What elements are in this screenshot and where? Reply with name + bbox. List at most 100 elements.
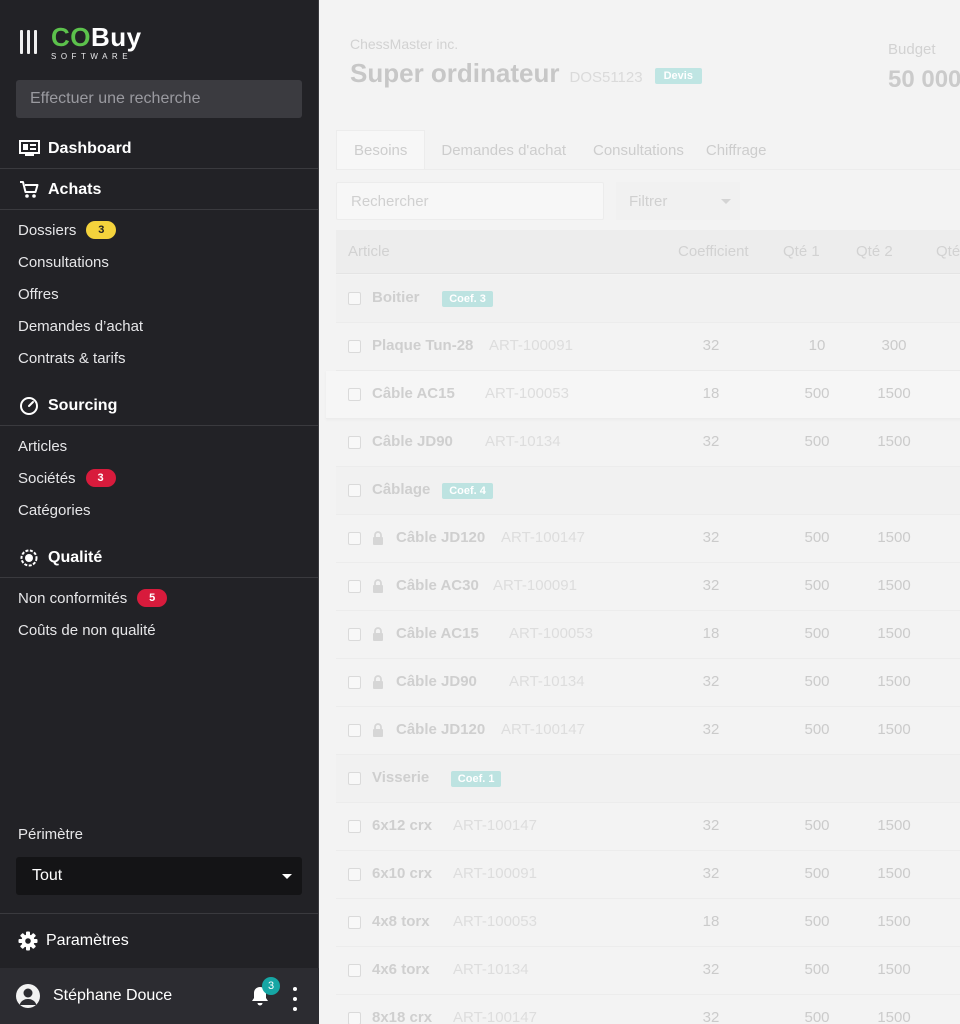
col-qte3[interactable]: Qté xyxy=(936,243,960,260)
nav-item-societes[interactable]: Sociétés 3 xyxy=(18,466,116,490)
main-content: ChessMaster inc. Super ordinateur DOS511… xyxy=(320,0,960,1024)
coef-badge: Coef. 3 xyxy=(442,291,493,307)
sidebar: COBuy SOFTWARE Dashboard Achats Dossiers… xyxy=(0,0,319,1024)
table-row[interactable]: 8x18 crx ART-100147 32 500 1500 xyxy=(336,995,960,1024)
row-checkbox[interactable] xyxy=(348,628,361,641)
cart-icon xyxy=(18,180,40,200)
table-row[interactable]: 4x6 torx ART-10134 32 500 1500 xyxy=(336,947,960,995)
row-checkbox[interactable] xyxy=(348,820,361,833)
nav-dashboard[interactable]: Dashboard xyxy=(0,129,319,169)
col-qte2[interactable]: Qté 2 xyxy=(856,243,893,260)
gear-icon xyxy=(18,931,38,951)
nav-sourcing-label: Sourcing xyxy=(48,396,118,414)
caret-down-icon xyxy=(721,199,731,204)
nav-item-dossiers[interactable]: Dossiers 3 xyxy=(18,218,117,242)
nav-parametres[interactable]: Paramètres xyxy=(0,913,319,968)
table-row[interactable]: 4x8 torx ART-100053 18 500 1500 xyxy=(336,899,960,947)
article-name: Câble AC15 xyxy=(396,625,479,642)
menu-bars-icon xyxy=(20,30,37,54)
row-checkbox[interactable] xyxy=(348,292,361,305)
qte2-value: 1500 xyxy=(877,913,911,930)
tab-besoins[interactable]: Besoins xyxy=(336,130,426,170)
article-name: Câble JD120 xyxy=(396,721,486,738)
budget-label: Budget xyxy=(888,41,936,58)
coef-value: 18 xyxy=(702,625,720,642)
article-ref: ART-10134 xyxy=(485,433,561,450)
col-coefficient[interactable]: Coefficient xyxy=(678,243,749,260)
table-search-input[interactable]: Rechercher xyxy=(336,182,604,220)
nav-item-non-conformites[interactable]: Non conformités 5 xyxy=(18,586,168,610)
project-title: Super ordinateur xyxy=(350,58,560,88)
perimetre-select[interactable]: Tout xyxy=(16,857,302,895)
filter-select[interactable]: Filtrer xyxy=(616,182,740,220)
row-checkbox[interactable] xyxy=(348,580,361,593)
tab-consultations[interactable]: Consultations xyxy=(576,130,694,170)
row-checkbox[interactable] xyxy=(348,964,361,977)
table-row[interactable]: 6x12 crx ART-100147 32 500 1500 xyxy=(336,803,960,851)
article-name: Câble JD90 xyxy=(396,673,477,690)
group-row[interactable]: Câblage Coef. 4 xyxy=(336,467,960,515)
tab-chiffrage[interactable]: Chiffrage xyxy=(694,130,777,170)
row-checkbox[interactable] xyxy=(348,532,361,545)
row-checkbox[interactable] xyxy=(348,436,361,449)
qte2-value: 1500 xyxy=(877,817,911,834)
nav-item-label: Coûts de non qualité xyxy=(18,621,156,639)
table-row[interactable]: 6x10 crx ART-100091 32 500 1500 xyxy=(336,851,960,899)
row-checkbox[interactable] xyxy=(348,916,361,929)
row-checkbox[interactable] xyxy=(348,1012,361,1024)
user-avatar-icon[interactable] xyxy=(16,984,40,1008)
row-checkbox[interactable] xyxy=(348,388,361,401)
nav-sourcing[interactable]: Sourcing xyxy=(0,386,319,426)
qte1-value: 500 xyxy=(804,817,830,834)
nav-item-couts-non-qualite[interactable]: Coûts de non qualité xyxy=(18,618,156,642)
lock-icon xyxy=(372,579,384,593)
table-row[interactable]: Plaque Tun-28 ART-100091 32 10 300 xyxy=(336,323,960,371)
group-row[interactable]: Boitier Coef. 3 xyxy=(336,275,960,323)
table-row[interactable]: Câble AC15 ART-100053 18 500 1500 xyxy=(326,371,960,419)
qte1-value: 500 xyxy=(804,577,830,594)
col-qte1[interactable]: Qté 1 xyxy=(783,243,820,260)
row-checkbox[interactable] xyxy=(348,676,361,689)
status-badge: Devis xyxy=(654,68,702,84)
more-options-icon[interactable] xyxy=(290,987,300,1011)
nav-achats[interactable]: Achats xyxy=(0,170,319,210)
row-checkbox[interactable] xyxy=(348,772,361,785)
table-row[interactable]: Câble JD120 ART-100147 32 500 1500 xyxy=(336,515,960,563)
coef-value: 32 xyxy=(702,961,720,978)
table-row[interactable]: Câble AC15 ART-100053 18 500 1500 xyxy=(336,611,960,659)
cobuy-logo[interactable]: COBuy SOFTWARE xyxy=(20,22,142,62)
qte2-value: 1500 xyxy=(877,865,911,882)
sidebar-search-input[interactable] xyxy=(16,80,302,118)
coef-value: 32 xyxy=(702,673,720,690)
coef-value: 32 xyxy=(702,721,720,738)
qte1-value: 500 xyxy=(804,721,830,738)
table-row[interactable]: Câble JD90 ART-10134 32 500 1500 xyxy=(336,419,960,467)
article-ref: ART-100091 xyxy=(489,337,573,354)
table-row[interactable]: Câble AC30 ART-100091 32 500 1500 xyxy=(336,563,960,611)
tab-demandes-achat[interactable]: Demandes d'achat xyxy=(425,130,576,170)
nav-qualite[interactable]: Qualité xyxy=(0,538,319,578)
col-article[interactable]: Article xyxy=(348,243,390,260)
nav-item-articles[interactable]: Articles xyxy=(18,434,67,458)
non-conformites-count-badge: 5 xyxy=(137,589,168,607)
row-checkbox[interactable] xyxy=(348,484,361,497)
table-row[interactable]: Câble JD90 ART-10134 32 500 1500 xyxy=(336,659,960,707)
table-row[interactable]: Câble JD120 ART-100147 32 500 1500 xyxy=(336,707,960,755)
qte1-value: 500 xyxy=(804,961,830,978)
nav-item-categories[interactable]: Catégories xyxy=(18,498,91,522)
budget-value: 50 000 xyxy=(888,66,960,93)
nav-item-offres[interactable]: Offres xyxy=(18,282,59,306)
article-ref: ART-100053 xyxy=(509,625,593,642)
nav-item-consultations[interactable]: Consultations xyxy=(18,250,109,274)
lock-icon xyxy=(372,723,384,737)
nav-item-contrats-tarifs[interactable]: Contrats & tarifs xyxy=(18,346,126,370)
nav-dashboard-label: Dashboard xyxy=(48,139,132,157)
row-checkbox[interactable] xyxy=(348,724,361,737)
qte2-value: 1500 xyxy=(877,577,911,594)
row-checkbox[interactable] xyxy=(348,340,361,353)
row-checkbox[interactable] xyxy=(348,868,361,881)
group-row[interactable]: Visserie Coef. 1 xyxy=(336,755,960,803)
nav-item-demandes-achat[interactable]: Demandes d’achat xyxy=(18,314,143,338)
group-name: Câblage xyxy=(372,481,431,498)
coef-value: 32 xyxy=(702,1009,720,1024)
